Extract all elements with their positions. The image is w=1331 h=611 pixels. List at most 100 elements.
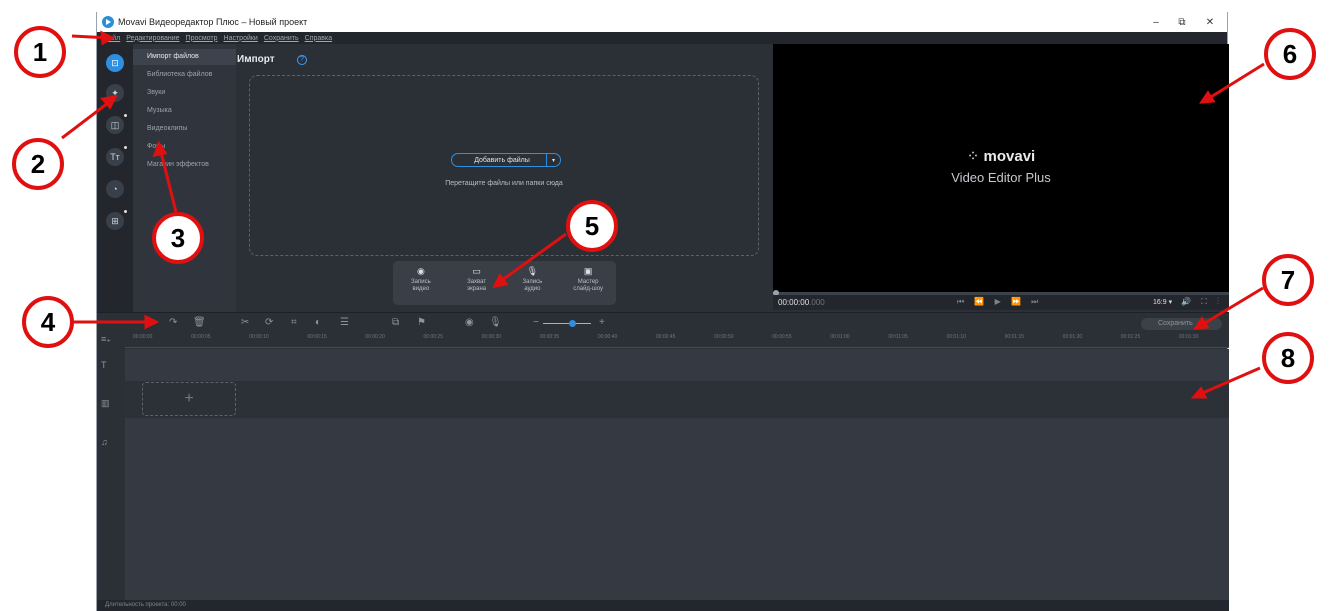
close-button[interactable]: ✕ bbox=[1197, 12, 1223, 32]
ruler-tick-label: 00:01:25 bbox=[1120, 334, 1141, 340]
title-bar: Movavi Видеоредактор Плюс – Новый проект… bbox=[97, 12, 1227, 32]
add-files-button[interactable]: Добавить файлы ▾ bbox=[451, 153, 561, 167]
record-video-label-2: видео bbox=[412, 286, 430, 292]
ruler-tick-label: 00:00:10 bbox=[249, 334, 269, 340]
slideshow-wizard-label: Мастер bbox=[577, 279, 599, 285]
player-controls: 00:00:00.000 ⏮ ⏪ ▶ ⏩ ⏭ 16:9 ▾ 🔊 ⛶ ⋮ bbox=[773, 295, 1229, 310]
transport-controls[interactable]: ⏮ ⏪ ▶ ⏩ ⏭ bbox=[957, 297, 1042, 307]
marker-flag-icon[interactable]: ⚑ bbox=[417, 317, 426, 328]
microphone-icon: 🎙 bbox=[526, 266, 539, 276]
callout-3: 3 bbox=[152, 212, 204, 264]
webcam-record-icon[interactable]: ◉ bbox=[465, 317, 474, 328]
add-files-dropdown-icon[interactable]: ▾ bbox=[546, 154, 560, 166]
category-effects-store[interactable]: Магазин эффектов bbox=[133, 157, 236, 173]
add-clip-placeholder[interactable]: + bbox=[142, 382, 236, 416]
menu-edit[interactable]: Редактирование bbox=[126, 35, 179, 42]
timeline-ruler[interactable]: 00:00:00 00:00:05 00:00:10 00:00:15 00:00:20… bbox=[97, 332, 1229, 348]
magic-wand-icon[interactable]: ✦ bbox=[106, 84, 124, 102]
screen-capture-button[interactable]: ▭ Захват экрана bbox=[449, 261, 505, 305]
menu-view[interactable]: Просмотр bbox=[186, 35, 218, 42]
video-track[interactable] bbox=[125, 381, 1229, 418]
delete-icon[interactable]: 🗑 bbox=[193, 317, 206, 328]
ruler-tick-label: 00:00:30 bbox=[481, 334, 502, 340]
zoom-slider[interactable] bbox=[543, 323, 591, 324]
undo-icon[interactable]: ↶ bbox=[145, 317, 153, 328]
record-video-label: Запись bbox=[411, 279, 431, 285]
ruler-tick-label: 00:00:40 bbox=[597, 334, 618, 340]
more-tools-icon[interactable]: ⊞ bbox=[106, 210, 127, 230]
category-backgrounds[interactable]: Фоны bbox=[133, 139, 236, 155]
screen-capture-label: Захват bbox=[467, 279, 487, 285]
text-track-icon: T bbox=[101, 360, 107, 370]
ruler-tick-label: 00:00:15 bbox=[307, 334, 327, 340]
add-track-icon[interactable]: ≡₊ bbox=[101, 334, 111, 345]
import-icon[interactable]: ⊡ bbox=[106, 54, 124, 72]
category-import-files[interactable]: Импорт файлов bbox=[133, 49, 236, 65]
menu-help[interactable]: Справка bbox=[305, 35, 332, 42]
zoom-in-icon[interactable]: + bbox=[599, 317, 605, 328]
filters-icon[interactable]: ◔ bbox=[106, 180, 124, 198]
timecode-main: 00:00:00 bbox=[778, 298, 810, 307]
ruler-tick-label: 00:00:45 bbox=[655, 334, 676, 340]
ruler-tick-label: 00:00:00 bbox=[133, 334, 153, 340]
menu-settings[interactable]: Настройки bbox=[224, 35, 258, 42]
status-bar: Длительность проекта: 00:00 bbox=[97, 600, 1229, 611]
crop-icon[interactable]: ⌗ bbox=[291, 317, 297, 328]
record-audio-button[interactable]: 🎙 Запись аудио bbox=[505, 261, 561, 305]
callout-8: 8 bbox=[1262, 332, 1314, 384]
minimize-button[interactable]: – bbox=[1143, 12, 1169, 32]
aspect-ratio-select[interactable]: 16:9 ▾ bbox=[1153, 298, 1172, 306]
annotated-screenshot: Movavi Видеоредактор Плюс – Новый проект… bbox=[0, 0, 1331, 611]
menu-save[interactable]: Сохранить bbox=[264, 35, 299, 42]
color-adjust-icon[interactable]: ◐ bbox=[315, 317, 321, 328]
category-videoclips[interactable]: Видеоклипы bbox=[133, 121, 236, 137]
monitor-icon: ▭ bbox=[472, 266, 481, 276]
ruler-tick-label: 00:01:10 bbox=[946, 334, 966, 340]
record-audio-label: Запись bbox=[522, 279, 543, 285]
tool-rail: ⊡ ✦ ◫ Tт ◔ ⊞ bbox=[97, 44, 133, 327]
slideshow-wizard-label-2: слайд-шоу bbox=[573, 286, 604, 292]
ruler-tick-label: 00:01:05 bbox=[888, 334, 908, 340]
category-music[interactable]: Музыка bbox=[133, 103, 236, 119]
ruler-tick-label: 00:01:30 bbox=[1178, 334, 1199, 340]
slideshow-wizard-button[interactable]: ▣ Мастер слайд-шоу bbox=[560, 261, 616, 305]
ruler-tick-label: 00:00:55 bbox=[772, 334, 792, 340]
menu-file[interactable]: Файл bbox=[103, 35, 120, 42]
ruler-tick-label: 00:01:20 bbox=[1062, 334, 1083, 340]
category-file-library[interactable]: Библиотека файлов bbox=[133, 67, 236, 83]
ruler-tick-label: 00:00:35 bbox=[539, 334, 560, 340]
transitions-icon[interactable]: ◫ bbox=[106, 114, 127, 134]
callout-4: 4 bbox=[22, 296, 74, 348]
import-category-list: Импорт файлов Библиотека файлов Звуки Му… bbox=[133, 44, 236, 327]
preview-player[interactable]: ⁘ movavi Video Editor Plus bbox=[773, 44, 1229, 292]
movavi-logo: ⁘ movavi bbox=[773, 147, 1229, 165]
maximize-button[interactable]: ⧉ bbox=[1169, 12, 1195, 32]
redo-icon[interactable]: ↷ bbox=[169, 317, 177, 328]
save-button[interactable]: Сохранить bbox=[1141, 318, 1222, 330]
clip-properties-icon[interactable]: ☰ bbox=[340, 317, 349, 328]
webcam-icon: ◉ bbox=[416, 266, 425, 276]
overlay-icon[interactable]: ⧉ bbox=[392, 317, 399, 328]
zoom-out-icon[interactable]: − bbox=[533, 317, 539, 328]
callout-6: 6 bbox=[1264, 28, 1316, 80]
audio-track[interactable] bbox=[125, 418, 1229, 600]
zoom-slider-handle[interactable] bbox=[568, 320, 576, 327]
titles-icon[interactable]: Tт bbox=[106, 146, 127, 166]
category-sounds[interactable]: Звуки bbox=[133, 85, 236, 101]
callout-7: 7 bbox=[1262, 254, 1314, 306]
help-icon[interactable]: ? bbox=[297, 55, 307, 65]
preview-tool-icons[interactable]: 🔊 ⛶ ⋮ bbox=[1181, 297, 1223, 307]
video-track-icon: ▥ bbox=[101, 398, 110, 408]
app-window: Movavi Видеоредактор Плюс – Новый проект… bbox=[96, 12, 1229, 611]
slideshow-icon: ▣ bbox=[583, 266, 593, 276]
rotate-icon[interactable]: ⟳ bbox=[265, 317, 273, 328]
record-video-button[interactable]: ◉ Запись видео bbox=[393, 261, 449, 305]
cut-icon[interactable]: ✂ bbox=[241, 317, 249, 328]
text-track[interactable] bbox=[125, 349, 1229, 381]
ruler-tick-label: 00:00:50 bbox=[714, 334, 734, 340]
track-headers: ≡₊ T ▥ ♫ bbox=[97, 332, 125, 600]
voiceover-mic-icon[interactable]: 🎙 bbox=[489, 317, 502, 328]
ruler-tick-label: 00:00:25 bbox=[423, 334, 443, 340]
add-files-label: Добавить файлы bbox=[474, 156, 530, 164]
window-title: Movavi Видеоредактор Плюс – Новый проект bbox=[118, 17, 308, 27]
